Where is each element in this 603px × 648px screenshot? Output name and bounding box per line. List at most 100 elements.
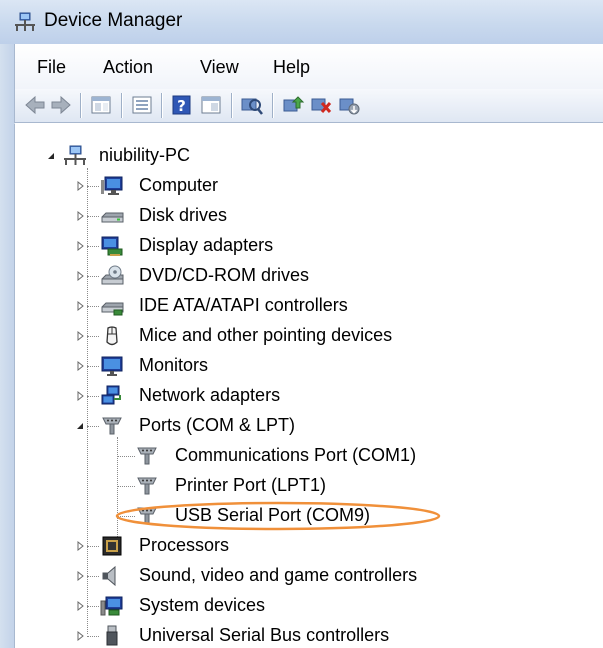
tree-item-label: Monitors (139, 355, 209, 375)
scan-hardware-icon[interactable] (240, 94, 264, 116)
menu-action[interactable]: Action (103, 57, 153, 78)
toolbar-separator (161, 93, 163, 118)
expand-arrow-icon[interactable] (75, 301, 85, 311)
properties-pane-icon[interactable] (89, 94, 113, 116)
tree-item-disk-drives[interactable]: Disk drives (15, 202, 603, 232)
tree-guide-line (87, 606, 99, 607)
port-connector-icon (102, 417, 122, 435)
toolbar-separator (80, 93, 82, 118)
menu-file[interactable]: File (37, 57, 66, 78)
expand-arrow-icon[interactable] (75, 331, 85, 341)
collapse-arrow-icon[interactable] (46, 151, 56, 161)
port-connector-icon (137, 447, 157, 465)
tree-item-label: Communications Port (COM1) (175, 445, 417, 465)
tree-item-label: Computer (139, 175, 219, 195)
network-adapter-icon (101, 385, 121, 405)
tree-root[interactable]: niubility-PC (15, 142, 603, 172)
tree-item-sound[interactable]: Sound, video and game controllers (15, 562, 603, 592)
back-icon[interactable] (23, 94, 47, 116)
computer-icon (101, 176, 123, 195)
tree-item-label: Sound, video and game controllers (139, 565, 418, 585)
processor-icon (102, 536, 122, 556)
toolbar: ? (14, 89, 603, 123)
disable-icon[interactable] (337, 94, 361, 116)
disk-drive-icon (101, 212, 124, 223)
help-icon[interactable]: ? (170, 94, 194, 116)
tree-item-com1[interactable]: Communications Port (COM1) (15, 442, 603, 472)
console-tree-icon[interactable] (130, 94, 154, 116)
show-hide-icon[interactable] (199, 94, 223, 116)
tree-guide-line (87, 576, 99, 577)
tree-guide-line (87, 186, 99, 187)
menu-bar: File Action View Help (14, 44, 603, 89)
expand-arrow-icon[interactable] (75, 601, 85, 611)
tree-item-label: System devices (139, 595, 266, 615)
tree-guide-line (117, 486, 135, 487)
expand-arrow-icon[interactable] (75, 631, 85, 641)
expand-arrow-icon[interactable] (75, 571, 85, 581)
uninstall-icon[interactable] (309, 94, 333, 116)
update-driver-icon[interactable] (281, 94, 305, 116)
tree-item-ide-controllers[interactable]: IDE ATA/ATAPI controllers (15, 292, 603, 322)
expand-arrow-icon[interactable] (75, 211, 85, 221)
tree-item-label: Disk drives (139, 205, 228, 225)
tree-item-label: Printer Port (LPT1) (175, 475, 327, 495)
tree-item-display-adapters[interactable]: Display adapters (15, 232, 603, 262)
system-devices-icon (100, 596, 123, 616)
tree-item-label: Mice and other pointing devices (139, 325, 393, 345)
tree-guide-line (87, 336, 99, 337)
tree-guide-line (117, 456, 135, 457)
tree-item-label: Ports (COM & LPT) (139, 415, 296, 435)
device-tree: niubility-PC Computer Disk drives Displa… (14, 123, 603, 648)
tree-guide-line (87, 216, 99, 217)
toolbar-separator (272, 93, 274, 118)
tree-guide-line (87, 636, 99, 637)
window-title: Device Manager (44, 10, 183, 31)
expand-arrow-icon[interactable] (75, 361, 85, 371)
expand-arrow-icon[interactable] (75, 271, 85, 281)
tree-root-label: niubility-PC (99, 145, 191, 165)
device-manager-window: Device Manager File Action View Help ? n… (0, 0, 603, 648)
svg-text:?: ? (177, 97, 186, 115)
toolbar-separator (231, 93, 233, 118)
computer-network-icon (64, 145, 86, 165)
expand-arrow-icon[interactable] (75, 391, 85, 401)
forward-icon[interactable] (49, 94, 73, 116)
port-connector-icon (137, 477, 157, 495)
tree-item-mice[interactable]: Mice and other pointing devices (15, 322, 603, 352)
tree-item-computer[interactable]: Computer (15, 172, 603, 202)
tree-guide-line (87, 396, 99, 397)
tree-item-dvd-cd-rom-drives[interactable]: DVD/CD-ROM drives (15, 262, 603, 292)
tree-guide-line (87, 306, 99, 307)
tree-item-label: DVD/CD-ROM drives (139, 265, 310, 285)
expand-arrow-icon[interactable] (75, 541, 85, 551)
tree-item-network-adapters[interactable]: Network adapters (15, 382, 603, 412)
tree-guide-line (87, 246, 99, 247)
tree-item-processors[interactable]: Processors (15, 532, 603, 562)
usb-connector-icon (106, 625, 118, 646)
monitor-icon (101, 356, 123, 376)
expand-arrow-icon[interactable] (75, 241, 85, 251)
tree-item-label: Processors (139, 535, 230, 555)
expand-arrow-icon[interactable] (75, 181, 85, 191)
title-bar[interactable]: Device Manager (0, 0, 603, 44)
tree-item-ports[interactable]: Ports (COM & LPT) (15, 412, 603, 442)
tree-guide-line (87, 426, 99, 427)
tree-item-usb-controllers[interactable]: Universal Serial Bus controllers (15, 622, 603, 648)
menu-help[interactable]: Help (273, 57, 310, 78)
tree-guide-line (87, 366, 99, 367)
toolbar-separator (121, 93, 123, 118)
highlight-annotation-ellipse (115, 501, 441, 531)
tree-item-label: Display adapters (139, 235, 274, 255)
mouse-icon (106, 326, 118, 346)
tree-item-label: Universal Serial Bus controllers (139, 625, 390, 645)
tree-item-lpt1[interactable]: Printer Port (LPT1) (15, 472, 603, 502)
collapse-arrow-icon[interactable] (75, 421, 85, 431)
speaker-icon (102, 565, 116, 587)
dvd-drive-icon (101, 265, 124, 285)
tree-guide-line (87, 276, 99, 277)
tree-guide-line (87, 546, 99, 547)
menu-view[interactable]: View (200, 57, 239, 78)
tree-item-monitors[interactable]: Monitors (15, 352, 603, 382)
tree-item-system-devices[interactable]: System devices (15, 592, 603, 622)
